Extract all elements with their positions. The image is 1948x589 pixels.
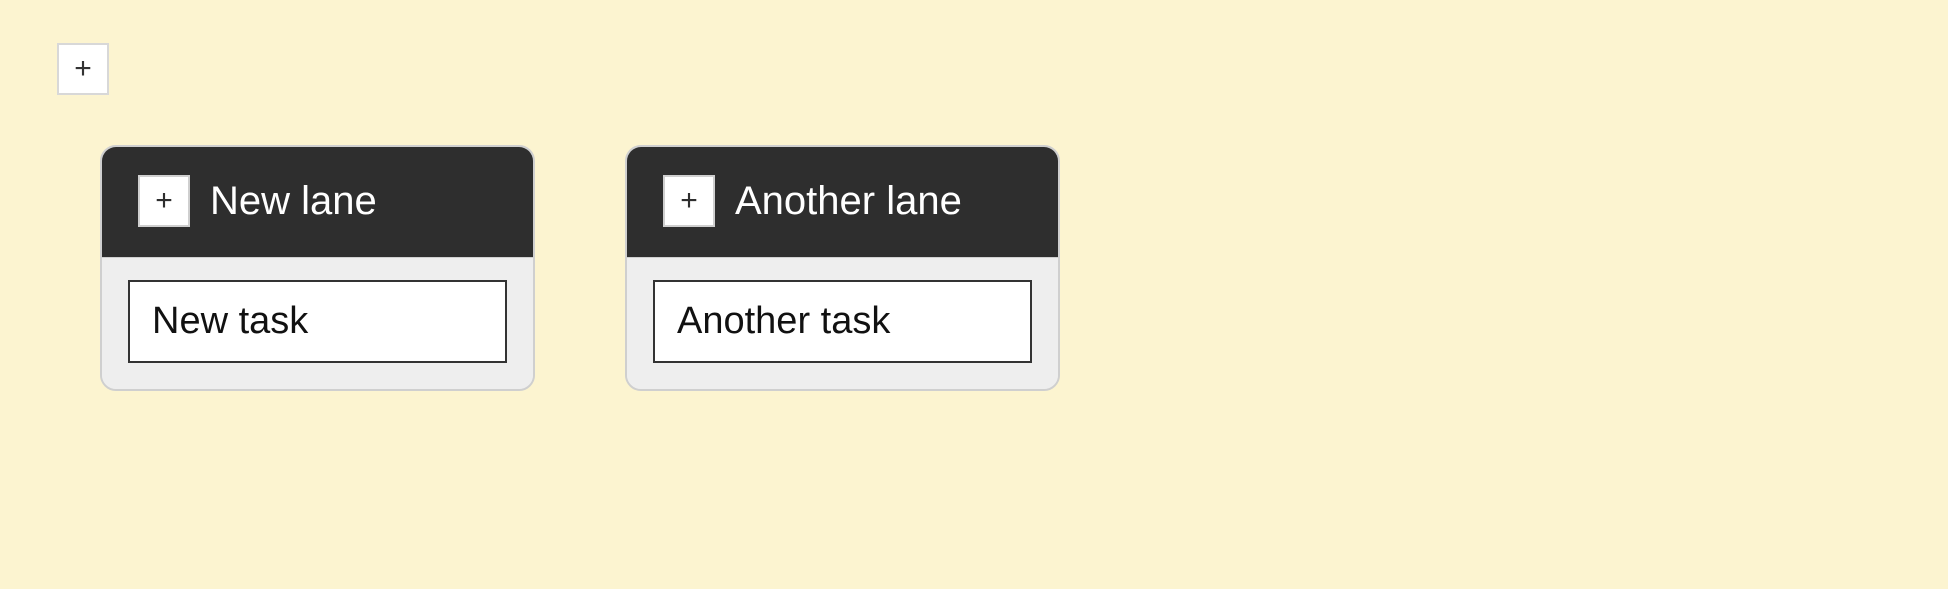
plus-icon: + (74, 54, 92, 84)
lane-body: New task (102, 257, 533, 389)
lane-header: + New lane (102, 147, 533, 257)
lane-header: + Another lane (627, 147, 1058, 257)
lane-body: Another task (627, 257, 1058, 389)
add-task-button[interactable]: + (663, 175, 715, 227)
board: + New lane New task + Another lane Anoth… (100, 145, 1060, 391)
plus-icon: + (680, 186, 698, 216)
add-task-button[interactable]: + (138, 175, 190, 227)
task-card[interactable]: Another task (653, 280, 1032, 363)
add-lane-button[interactable]: + (57, 43, 109, 95)
task-card[interactable]: New task (128, 280, 507, 363)
lane-title: New lane (210, 179, 377, 224)
lane[interactable]: + New lane New task (100, 145, 535, 391)
lane[interactable]: + Another lane Another task (625, 145, 1060, 391)
plus-icon: + (155, 186, 173, 216)
lane-title: Another lane (735, 179, 962, 224)
